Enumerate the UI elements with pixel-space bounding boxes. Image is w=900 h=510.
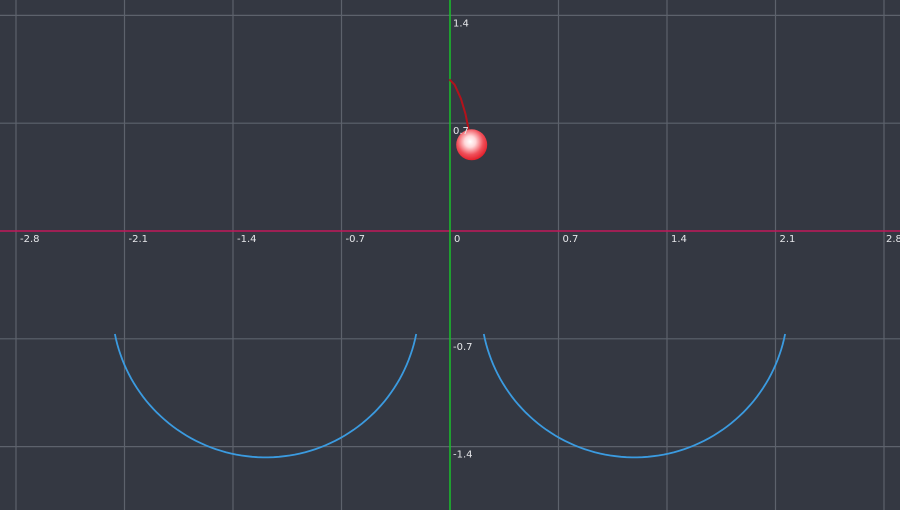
x-tick-label: 2.8: [886, 234, 900, 245]
x-tick-label: 0: [454, 234, 460, 245]
y-tick-label: 0.7: [453, 126, 469, 137]
y-tick-label: -0.7: [453, 342, 473, 353]
coordinate-plane[interactable]: -2.8 -2.1 -1.4 -0.7 0 0.7 1.4 2.1 2.8 1.4 0.7 -0.7 -…: [0, 0, 900, 510]
semicircle-curve-2: [482, 333, 786, 459]
axes: [0, 0, 900, 510]
y-tick-label: 1.4: [453, 18, 469, 29]
y-tick-label: -1.4: [453, 450, 473, 461]
x-tick-label: -2.8: [20, 234, 40, 245]
x-tick-label: 0.7: [563, 234, 579, 245]
x-tick-label: -2.1: [129, 234, 149, 245]
x-tick-label: -0.7: [346, 234, 366, 245]
x-tick-label: 1.4: [671, 234, 687, 245]
x-tick-label: 2.1: [780, 234, 796, 245]
x-tick-label: -1.4: [237, 234, 257, 245]
graph-canvas[interactable]: -2.8 -2.1 -1.4 -0.7 0 0.7 1.4 2.1 2.8 1.4 0.7 -0.7 -…: [0, 0, 900, 510]
tick-labels: -2.8 -2.1 -1.4 -0.7 0 0.7 1.4 2.1 2.8 1.4 0.7 -0.7 -…: [20, 18, 900, 460]
semicircle-curve-1: [114, 333, 418, 459]
